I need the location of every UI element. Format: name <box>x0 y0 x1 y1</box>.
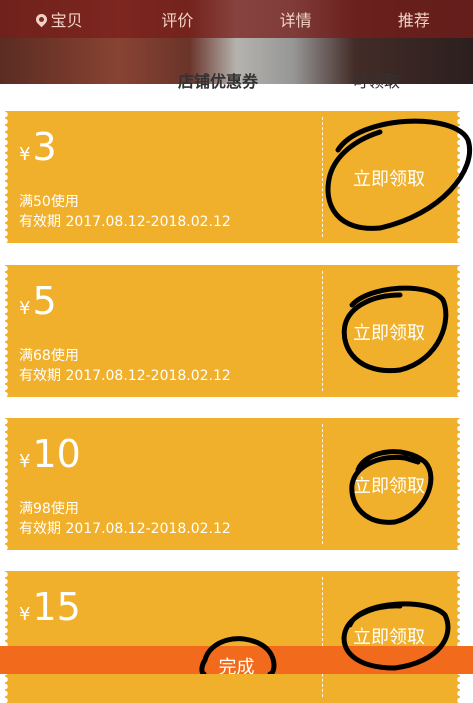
tab-details[interactable]: 详情 <box>237 7 355 31</box>
coupon-validity: 有效期 2017.08.12-2018.02.12 <box>19 368 231 384</box>
tab-reviews[interactable]: 评价 <box>118 7 236 31</box>
coupon-card: ¥ 5 满68使用 有效期 2017.08.12-2018.02.12 立即领取 <box>5 265 460 397</box>
tab-baobei[interactable]: 宝贝 <box>0 7 118 31</box>
coupon-divider <box>322 577 323 697</box>
coupon-amount: ¥ 5 <box>19 281 57 321</box>
coupon-value: 3 <box>32 125 57 169</box>
claim-button[interactable]: 立即领取 <box>353 319 425 345</box>
coupon-condition: 满98使用 <box>19 501 79 517</box>
coupon-amount: ¥ 3 <box>19 127 57 167</box>
done-bar: 完成 <box>0 646 473 674</box>
coupon-card: ¥ 3 满50使用 有效期 2017.08.12-2018.02.12 立即领取 <box>5 111 460 243</box>
tab-label: 评价 <box>161 11 194 30</box>
coupon-divider <box>322 117 323 237</box>
coupon-value: 5 <box>32 279 57 323</box>
coupon-divider <box>322 271 323 391</box>
sheet-title: 店铺优惠券 <box>178 72 259 91</box>
coupon-amount: ¥ 15 <box>19 587 81 627</box>
location-pin-icon <box>33 11 49 27</box>
sheet-right-label: 可领取 <box>352 72 401 91</box>
claim-button[interactable]: 立即领取 <box>353 165 425 191</box>
coupon-card: ¥ 15 立即领取 <box>5 571 460 703</box>
claim-button[interactable]: 立即领取 <box>353 472 425 498</box>
coupon-value: 15 <box>32 585 81 629</box>
tab-label: 推荐 <box>397 11 430 30</box>
currency-symbol: ¥ <box>19 451 31 472</box>
currency-symbol: ¥ <box>19 298 31 319</box>
currency-symbol: ¥ <box>19 144 31 165</box>
tab-recommend[interactable]: 推荐 <box>355 7 473 31</box>
coupon-validity: 有效期 2017.08.12-2018.02.12 <box>19 214 231 230</box>
top-tab-bar: 宝贝 评价 详情 推荐 <box>0 0 473 38</box>
coupon-condition: 满68使用 <box>19 348 79 364</box>
done-button[interactable]: 完成 <box>0 646 473 674</box>
currency-symbol: ¥ <box>19 604 31 625</box>
coupon-condition: 满50使用 <box>19 194 79 210</box>
coupon-value: 10 <box>32 432 81 476</box>
coupon-validity: 有效期 2017.08.12-2018.02.12 <box>19 521 231 537</box>
tab-label: 详情 <box>279 11 312 30</box>
tab-label: 宝贝 <box>50 11 83 30</box>
coupon-amount: ¥ 10 <box>19 434 81 474</box>
coupon-divider <box>322 424 323 544</box>
coupon-card: ¥ 10 满98使用 有效期 2017.08.12-2018.02.12 立即领… <box>5 418 460 550</box>
